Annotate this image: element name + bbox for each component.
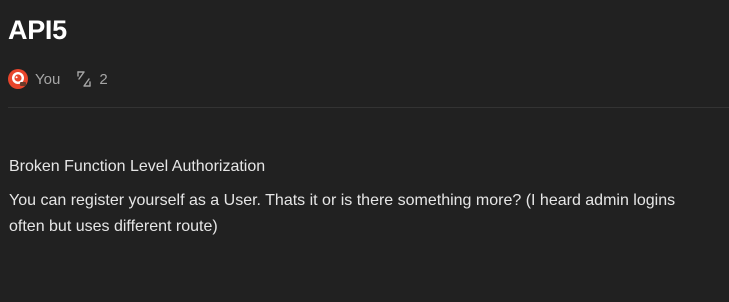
document-body: Broken Function Level Authorization You …	[9, 154, 709, 240]
divider	[8, 107, 729, 108]
page-title: API5	[8, 15, 67, 45]
revision-arrows-icon[interactable]	[75, 70, 93, 88]
document-text: You can register yourself as a User. Tha…	[9, 192, 676, 235]
document-subtitle: Broken Function Level Authorization	[9, 158, 266, 175]
avatar-icon[interactable]	[8, 69, 28, 89]
revision-count[interactable]: 2	[99, 71, 107, 88]
document-page: API5 You 2 Broken Function Level Authori…	[0, 0, 729, 302]
author-name[interactable]: You	[35, 71, 60, 88]
document-meta: You 2	[8, 68, 108, 90]
